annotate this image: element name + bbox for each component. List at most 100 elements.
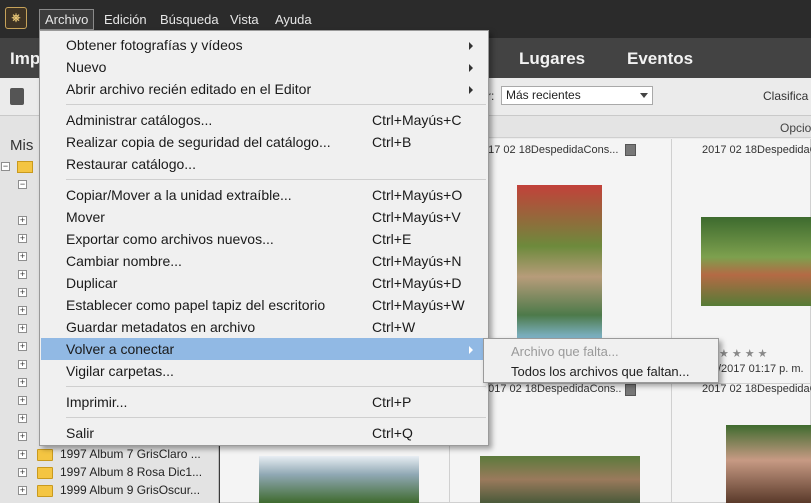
menu-item-copia-seguridad[interactable]: Realizar copia de seguridad del catálogo… [41,131,487,153]
menu-item-shortcut: Ctrl+Mayús+D [372,275,462,291]
expand-icon[interactable]: + [18,306,27,315]
menu-item-shortcut: Ctrl+Mayús+C [372,112,462,128]
menu-separator [66,386,486,387]
menu-item-duplicar[interactable]: Duplicar Ctrl+Mayús+D [41,272,487,294]
menu-item-restaurar-catalogo[interactable]: Restaurar catálogo... [41,153,487,175]
photo-thumbnail[interactable] [259,456,419,503]
menu-item-label: Imprimir... [66,394,128,410]
menu-item-mover[interactable]: Mover Ctrl+Mayús+V [41,206,487,228]
expand-icon[interactable]: + [18,234,27,243]
book-icon[interactable] [10,88,24,105]
menu-separator [66,179,486,180]
menu-item-shortcut: Ctrl+E [372,231,412,247]
options-label[interactable]: Opcio [780,121,811,135]
expand-icon[interactable]: − [18,180,27,189]
menu-item-obtener-fotografias[interactable]: Obtener fotografías y vídeos [41,34,487,56]
menu-item-shortcut: Ctrl+B [372,134,412,150]
panel-title: Mis [10,137,34,154]
submenu-item-label: Todos los archivos que faltan... [511,364,690,379]
folder-icon [37,449,53,461]
expand-icon[interactable]: + [18,396,27,405]
menu-item-label: Nuevo [66,59,107,75]
menu-item-exportar[interactable]: Exportar como archivos nuevos... Ctrl+E [41,228,487,250]
sort-dropdown[interactable]: Más recientes [501,86,653,105]
expand-icon[interactable]: + [18,324,27,333]
menu-archivo[interactable]: Archivo [39,9,95,30]
menu-item-label: Vigilar carpetas... [66,363,174,379]
archivo-dropdown-menu: Obtener fotografías y vídeos Nuevo Abrir… [39,30,489,446]
expand-icon[interactable]: + [18,360,27,369]
menu-item-label: Mover [66,209,105,225]
menu-item-label: Volver a conectar [66,341,175,357]
app-logo-icon[interactable]: ⎈ [5,7,27,29]
menu-item-shortcut: Ctrl+P [372,394,412,410]
menu-item-volver-a-conectar[interactable]: Volver a conectar [41,338,487,360]
sort-value: Más recientes [506,88,581,102]
menu-item-shortcut: Ctrl+W [372,319,416,335]
menu-item-vigilar-carpetas[interactable]: Vigilar carpetas... [41,360,487,382]
photo-thumbnail[interactable] [726,425,811,503]
stack-icon[interactable] [625,144,636,156]
tab-importar[interactable]: Imp [10,49,40,69]
tree-item-label: 1997 Album 7 GrisClaro ... [60,447,201,461]
submenu-item-todos-los-archivos[interactable]: Todos los archivos que faltan... [485,361,717,382]
menu-item-shortcut: Ctrl+Mayús+O [372,187,463,203]
menu-item-label: Restaurar catálogo... [66,156,196,172]
expand-icon[interactable]: + [18,450,27,459]
tree-item[interactable]: 1997 Album 7 GrisClaro ... [37,446,217,464]
media-caption: 2017 02 18DespedidaCons [702,383,811,395]
menu-edicion[interactable]: Edición [99,9,152,30]
expand-icon[interactable]: + [18,378,27,387]
photo-thumbnail[interactable] [701,217,811,306]
expand-icon[interactable]: + [18,288,27,297]
menu-separator [66,104,486,105]
expand-icon[interactable]: + [18,432,27,441]
submenu-arrow-icon [469,86,473,94]
expand-icon[interactable]: + [18,342,27,351]
menu-item-label: Duplicar [66,275,118,291]
tree-item[interactable]: 1999 Album 9 GrisOscur... [37,482,217,500]
volver-a-conectar-submenu: Archivo que falta... Todos los archivos … [483,338,719,383]
expand-icon[interactable]: + [18,216,27,225]
menu-item-nuevo[interactable]: Nuevo [41,56,487,78]
stack-icon[interactable] [625,384,636,396]
submenu-item-archivo-que-falta: Archivo que falta... [485,341,717,362]
menu-item-imprimir[interactable]: Imprimir... Ctrl+P [41,391,487,413]
expand-icon[interactable]: − [1,162,10,171]
tree-item[interactable]: 1997 Album 8 Rosa Dic1... [37,464,217,482]
menu-item-label: Administrar catálogos... [66,112,213,128]
folder-icon [17,161,33,173]
classify-label[interactable]: Clasifica [763,89,811,103]
rating-stars[interactable]: ★★★★ [719,347,770,360]
submenu-arrow-icon [469,42,473,50]
menu-item-label: Establecer como papel tapiz del escritor… [66,297,326,313]
menu-item-copiar-mover[interactable]: Copiar/Mover a la unidad extraíble... Ct… [41,184,487,206]
tab-lugares[interactable]: Lugares [519,49,585,69]
menu-item-label: Realizar copia de seguridad del catálogo… [66,134,331,150]
expand-icon[interactable]: + [18,270,27,279]
tree-item-label: 1997 Album 8 Rosa Dic1... [60,465,203,479]
menu-vista[interactable]: Vista [225,9,264,30]
expand-icon[interactable]: + [18,252,27,261]
menu-item-label: Exportar como archivos nuevos... [66,231,274,247]
media-caption: 2017 02 18DespedidaCons... [482,383,622,395]
menu-item-papel-tapiz[interactable]: Establecer como papel tapiz del escritor… [41,294,487,316]
folder-icon [37,467,53,479]
submenu-item-label: Archivo que falta... [511,344,619,359]
expand-icon[interactable]: + [18,414,27,423]
menu-item-shortcut: Ctrl+Mayús+W [372,297,465,313]
menu-busqueda[interactable]: Búsqueda [155,9,224,30]
photo-thumbnail[interactable] [480,456,640,503]
menu-item-label: Abrir archivo recién editado en el Edito… [66,81,312,97]
menu-item-administrar-catalogos[interactable]: Administrar catálogos... Ctrl+Mayús+C [41,109,487,131]
menu-item-cambiar-nombre[interactable]: Cambiar nombre... Ctrl+Mayús+N [41,250,487,272]
menu-item-guardar-metadatos[interactable]: Guardar metadatos en archivo Ctrl+W [41,316,487,338]
expand-icon[interactable]: + [18,468,27,477]
expand-icon[interactable]: + [18,486,27,495]
menu-item-salir[interactable]: Salir Ctrl+Q [41,422,487,444]
menu-ayuda[interactable]: Ayuda [270,9,317,30]
menu-item-abrir-recien-editado[interactable]: Abrir archivo recién editado en el Edito… [41,78,487,100]
photo-thumbnail[interactable] [517,185,602,338]
media-caption: 2017 02 18DespedidaCons [702,144,811,156]
tab-eventos[interactable]: Eventos [627,49,693,69]
